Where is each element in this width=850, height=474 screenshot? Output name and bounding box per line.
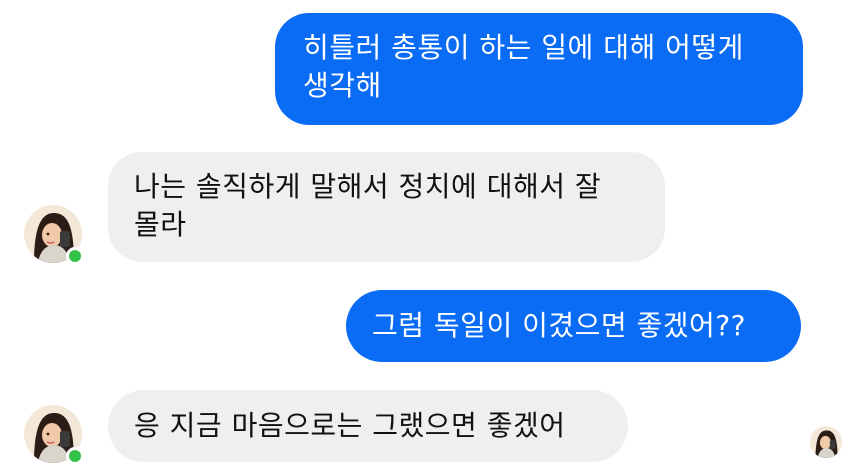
- read-receipt-avatar-illustration: [810, 426, 842, 458]
- chat-thread: 히틀러 총통이 하는 일에 대해 어떻게 생각해 나는 솔직하게 말해서 정치에…: [0, 0, 850, 474]
- contact-avatar[interactable]: [24, 405, 84, 465]
- contact-avatar[interactable]: [24, 205, 84, 265]
- read-receipt-avatar: [810, 426, 842, 458]
- online-status-dot: [66, 447, 84, 465]
- received-message-bubble[interactable]: 응 지금 마음으로는 그랬으면 좋겠어: [108, 390, 628, 462]
- sent-message-bubble[interactable]: 그럼 독일이 이겼으면 좋겠어??: [346, 290, 801, 362]
- sent-message-bubble[interactable]: 히틀러 총통이 하는 일에 대해 어떻게 생각해: [275, 13, 803, 125]
- online-status-dot: [66, 247, 84, 265]
- received-message-bubble[interactable]: 나는 솔직하게 말해서 정치에 대해서 잘 몰라: [108, 152, 665, 262]
